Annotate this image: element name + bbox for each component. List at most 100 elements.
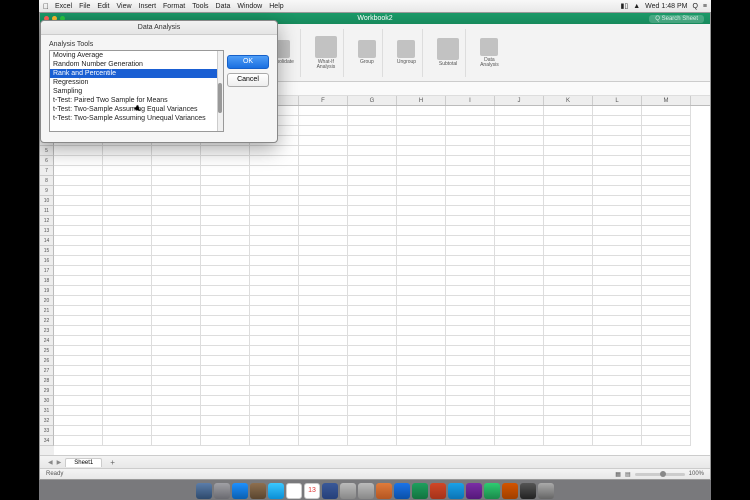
cell[interactable] <box>446 246 495 256</box>
cell[interactable] <box>103 316 152 326</box>
row-header-10[interactable]: 10 <box>40 196 54 206</box>
row-header-15[interactable]: 15 <box>40 246 54 256</box>
notifications-icon[interactable]: ≡ <box>703 3 707 10</box>
cell[interactable] <box>103 416 152 426</box>
cell[interactable] <box>103 176 152 186</box>
row-header-27[interactable]: 27 <box>40 366 54 376</box>
row-header-28[interactable]: 28 <box>40 376 54 386</box>
cell[interactable] <box>544 356 593 366</box>
ribbon-group-8[interactable]: Ungroup <box>391 29 423 77</box>
cell[interactable] <box>593 276 642 286</box>
cell[interactable] <box>299 196 348 206</box>
cell[interactable] <box>152 276 201 286</box>
cell[interactable] <box>593 436 642 446</box>
analysis-tool-item[interactable]: Sampling <box>50 87 223 96</box>
cell[interactable] <box>299 156 348 166</box>
cell[interactable] <box>593 306 642 316</box>
facetime-icon[interactable] <box>322 483 338 499</box>
cell[interactable] <box>642 186 691 196</box>
cell[interactable] <box>201 176 250 186</box>
cell[interactable] <box>299 346 348 356</box>
analysis-tool-item[interactable]: Regression <box>50 78 223 87</box>
cell[interactable] <box>642 366 691 376</box>
cell[interactable] <box>544 176 593 186</box>
cell[interactable] <box>593 206 642 216</box>
cell[interactable] <box>397 386 446 396</box>
cell[interactable] <box>642 286 691 296</box>
cell[interactable] <box>593 176 642 186</box>
cell[interactable] <box>642 426 691 436</box>
cell[interactable] <box>642 126 691 136</box>
cell[interactable] <box>152 246 201 256</box>
cell[interactable] <box>152 386 201 396</box>
cell[interactable] <box>201 236 250 246</box>
cell[interactable] <box>593 226 642 236</box>
cell[interactable] <box>495 296 544 306</box>
cell[interactable] <box>397 286 446 296</box>
cell[interactable] <box>103 226 152 236</box>
cell[interactable] <box>103 186 152 196</box>
cell[interactable] <box>495 276 544 286</box>
cell[interactable] <box>544 256 593 266</box>
cell[interactable] <box>54 406 103 416</box>
ibooks-icon[interactable] <box>430 483 446 499</box>
cell[interactable] <box>397 156 446 166</box>
cell[interactable] <box>397 436 446 446</box>
cell[interactable] <box>103 396 152 406</box>
cell[interactable] <box>348 156 397 166</box>
cell[interactable] <box>201 266 250 276</box>
cell[interactable] <box>544 366 593 376</box>
cell[interactable] <box>544 316 593 326</box>
cell[interactable] <box>495 136 544 146</box>
cell[interactable] <box>152 256 201 266</box>
cell[interactable] <box>152 266 201 276</box>
cell[interactable] <box>152 396 201 406</box>
cell[interactable] <box>250 246 299 256</box>
cell[interactable] <box>495 256 544 266</box>
cell[interactable] <box>348 286 397 296</box>
cell[interactable] <box>495 376 544 386</box>
cell[interactable] <box>495 306 544 316</box>
cell[interactable] <box>446 146 495 156</box>
cell[interactable] <box>250 176 299 186</box>
cell[interactable] <box>250 276 299 286</box>
row-header-13[interactable]: 13 <box>40 226 54 236</box>
cell[interactable] <box>544 406 593 416</box>
cell[interactable] <box>348 386 397 396</box>
cell[interactable] <box>152 216 201 226</box>
cell[interactable] <box>348 136 397 146</box>
cell[interactable] <box>446 296 495 306</box>
cell[interactable] <box>299 396 348 406</box>
cell[interactable] <box>103 386 152 396</box>
menu-view[interactable]: View <box>116 3 131 10</box>
cell[interactable] <box>103 166 152 176</box>
cell[interactable] <box>152 206 201 216</box>
cell[interactable] <box>54 226 103 236</box>
cell[interactable] <box>495 206 544 216</box>
cell[interactable] <box>299 436 348 446</box>
cell[interactable] <box>593 406 642 416</box>
cell[interactable] <box>201 396 250 406</box>
cell[interactable] <box>397 326 446 336</box>
cell[interactable] <box>446 176 495 186</box>
menu-app[interactable]: Excel <box>55 3 72 10</box>
analysis-tool-item[interactable]: Moving Average <box>50 51 223 60</box>
cell[interactable] <box>495 286 544 296</box>
cell[interactable] <box>152 336 201 346</box>
col-header-H[interactable]: H <box>397 96 446 105</box>
cell[interactable] <box>103 356 152 366</box>
cell[interactable] <box>250 386 299 396</box>
cell[interactable] <box>201 316 250 326</box>
cell[interactable] <box>54 326 103 336</box>
cell[interactable] <box>544 266 593 276</box>
cell[interactable] <box>397 256 446 266</box>
cell[interactable] <box>593 296 642 306</box>
cell[interactable] <box>593 196 642 206</box>
row-header-7[interactable]: 7 <box>40 166 54 176</box>
cell[interactable] <box>544 376 593 386</box>
cell[interactable] <box>348 276 397 286</box>
cell[interactable] <box>446 376 495 386</box>
cell[interactable] <box>397 406 446 416</box>
cell[interactable] <box>103 206 152 216</box>
cell[interactable] <box>152 186 201 196</box>
